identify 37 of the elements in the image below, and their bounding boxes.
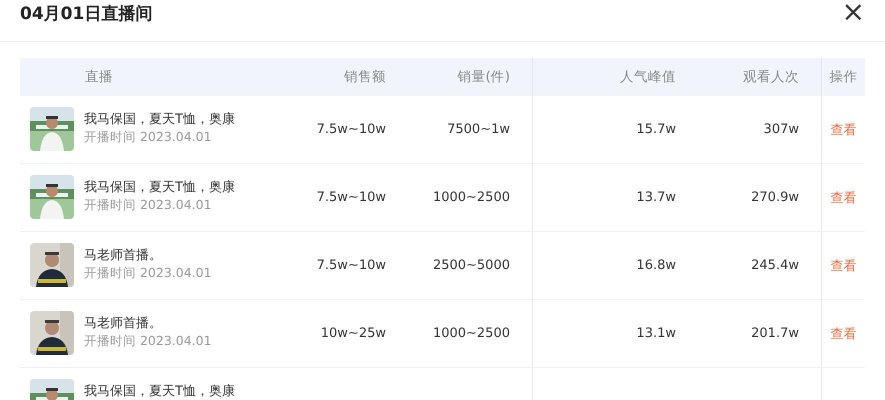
table-cell: 270.9w xyxy=(751,190,799,205)
table-cell: 201.7w xyxy=(751,326,799,341)
close-button[interactable]: × xyxy=(842,0,865,26)
table-cell: 1000~2500 xyxy=(432,190,510,205)
start-time: 开播时间 2023.04.01 xyxy=(84,129,213,144)
table-cell: 15.7w xyxy=(636,122,676,137)
column-header: 观看人次 xyxy=(676,58,822,96)
column-header: 销量(件) xyxy=(456,68,511,87)
table-cell: 10w~25w xyxy=(320,326,386,341)
table-cell: 245.4w xyxy=(751,258,799,273)
view-link[interactable]: 查看 xyxy=(830,120,856,138)
table-cell: 1000~2500 xyxy=(432,326,510,341)
start-time: 开播时间 2023.04.01 xyxy=(84,265,212,280)
dialog-title: 04月01日直播间 xyxy=(20,3,152,25)
table-cell: 16.8w xyxy=(636,258,676,273)
column-header: 人气峰值 xyxy=(532,58,676,96)
table-cell: 13.1w xyxy=(636,326,676,341)
start-time: 开播时间 2023.04.01 xyxy=(84,197,213,212)
view-link[interactable]: 查看 xyxy=(830,256,856,274)
view-link[interactable]: 查看 xyxy=(830,324,856,342)
column-header: 操作 xyxy=(828,68,858,87)
table-cell: 2500~5000 xyxy=(432,258,510,273)
live-title: 我马保国，夏天T恤，奥康 xyxy=(84,384,235,399)
start-time: 开播时间 2023.04.01 xyxy=(84,333,212,348)
table-cell: 13.7w xyxy=(636,190,676,205)
table-cell: 7.5w~10w xyxy=(316,190,386,205)
table-cell: 7.5w~10w xyxy=(316,258,386,273)
table-cell: 7500~1w xyxy=(447,122,510,137)
view-link[interactable]: 查看 xyxy=(830,188,856,206)
live-title: 马老师首播。 xyxy=(84,316,163,331)
live-title: 我马保国，夏天T恤，奥康 xyxy=(84,180,235,195)
table-cell: 7.5w~10w xyxy=(316,122,386,137)
live-title: 我马保国，夏天T恤，奥康 xyxy=(84,112,235,127)
live-title: 马老师首播。 xyxy=(84,248,163,263)
column-header: 销售额 xyxy=(343,68,386,87)
table-cell: 307w xyxy=(764,122,799,137)
column-header: 直播 xyxy=(84,68,114,87)
